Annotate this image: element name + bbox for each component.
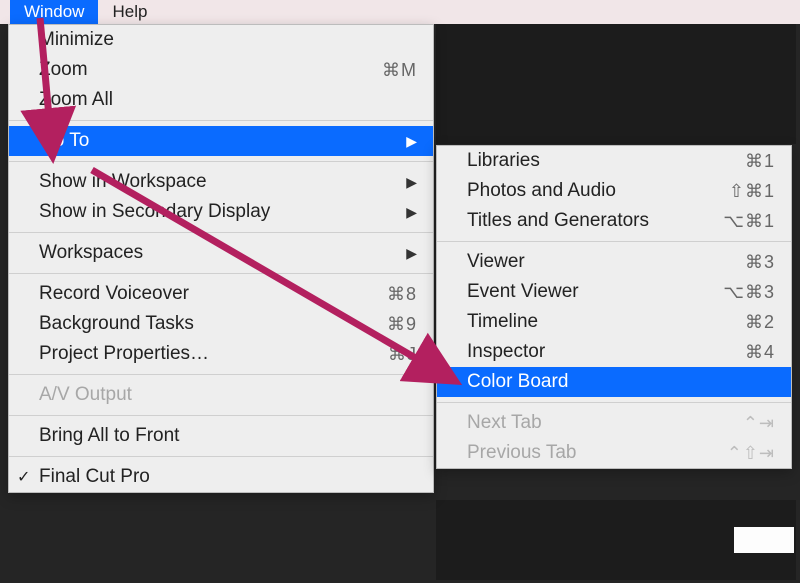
menu-label: Zoom All [39,89,417,111]
menu-label: Previous Tab [467,442,695,464]
menu-go-to[interactable]: Go To ▶ [9,126,433,156]
submenu-titles-generators[interactable]: Titles and Generators ⌥⌘1 [437,206,791,236]
menu-label: Project Properties… [39,343,337,365]
menubar-help[interactable]: Help [98,0,161,24]
menu-bring-all-front[interactable]: Bring All to Front [9,421,433,451]
menu-label: Final Cut Pro [39,466,417,488]
menu-shortcut: ⌘1 [695,151,775,172]
app-background-patch [734,527,794,553]
menu-av-output: A/V Output [9,380,433,410]
menu-shortcut: ⌘3 [695,252,775,273]
menu-shortcut: ⌘M [337,60,417,81]
menu-label: Bring All to Front [39,425,417,447]
menu-minimize[interactable]: Minimize [9,25,433,55]
menu-shortcut: ⌘8 [337,284,417,305]
submenu-next-tab: Next Tab ⌃⇥ [437,408,791,438]
menu-label: Next Tab [467,412,695,434]
menu-show-workspace[interactable]: Show in Workspace ▶ [9,167,433,197]
menu-shortcut: ⌘2 [695,312,775,333]
submenu-color-board[interactable]: Color Board [437,367,791,397]
menu-shortcut: ⇧⌘1 [695,181,775,202]
menu-label: Background Tasks [39,313,337,335]
menu-background-tasks[interactable]: Background Tasks ⌘9 [9,309,433,339]
menu-separator [437,402,791,403]
checkmark-icon: ✓ [17,467,30,487]
menu-label: Photos and Audio [467,180,695,202]
menu-label: A/V Output [39,384,417,406]
menu-label: Show in Workspace [39,171,400,193]
submenu-event-viewer[interactable]: Event Viewer ⌥⌘3 [437,277,791,307]
menu-shortcut: ⌥⌘1 [695,211,775,232]
submenu-arrow-icon: ▶ [406,133,417,150]
menu-label: Libraries [467,150,695,172]
menu-project-properties[interactable]: Project Properties… ⌘J [9,339,433,369]
menu-separator [9,161,433,162]
menu-separator [9,273,433,274]
app-background [436,24,796,144]
submenu-inspector[interactable]: Inspector ⌘4 [437,337,791,367]
go-to-submenu: Libraries ⌘1 Photos and Audio ⇧⌘1 Titles… [436,145,792,469]
menu-final-cut-pro[interactable]: ✓ Final Cut Pro [9,462,433,492]
menu-label: Workspaces [39,242,400,264]
menu-label: Record Voiceover [39,283,337,305]
menubar-window[interactable]: Window [10,0,98,24]
submenu-timeline[interactable]: Timeline ⌘2 [437,307,791,337]
menu-shortcut: ⌃⇥ [695,413,775,434]
menu-shortcut: ⌥⌘3 [695,282,775,303]
window-menu: Minimize Zoom ⌘M Zoom All Go To ▶ Show i… [8,24,434,493]
menu-workspaces[interactable]: Workspaces ▶ [9,238,433,268]
menu-separator [437,241,791,242]
menu-label: Minimize [39,29,417,51]
submenu-photos-audio[interactable]: Photos and Audio ⇧⌘1 [437,176,791,206]
submenu-libraries[interactable]: Libraries ⌘1 [437,146,791,176]
menu-separator [9,120,433,121]
menu-label: Event Viewer [467,281,695,303]
menu-show-secondary[interactable]: Show in Secondary Display ▶ [9,197,433,227]
menu-label: Zoom [39,59,337,81]
menu-separator [9,415,433,416]
submenu-arrow-icon: ▶ [406,174,417,191]
menu-label: Show in Secondary Display [39,201,400,223]
menu-shortcut: ⌘J [337,344,417,365]
menu-separator [9,374,433,375]
submenu-previous-tab: Previous Tab ⌃⇧⇥ [437,438,791,468]
menu-zoom-all[interactable]: Zoom All [9,85,433,115]
menu-record-voiceover[interactable]: Record Voiceover ⌘8 [9,279,433,309]
menu-shortcut: ⌃⇧⇥ [695,443,775,464]
menu-separator [9,232,433,233]
menu-label: Go To [39,130,400,152]
menu-shortcut: ⌘4 [695,342,775,363]
menu-separator [9,456,433,457]
submenu-arrow-icon: ▶ [406,245,417,262]
submenu-viewer[interactable]: Viewer ⌘3 [437,247,791,277]
menu-label: Titles and Generators [467,210,695,232]
menu-label: Viewer [467,251,695,273]
menu-shortcut: ⌘9 [337,314,417,335]
menu-zoom[interactable]: Zoom ⌘M [9,55,433,85]
menu-label: Timeline [467,311,695,333]
menubar: Window Help [0,0,800,24]
submenu-arrow-icon: ▶ [406,204,417,221]
menu-label: Inspector [467,341,695,363]
menu-label: Color Board [467,371,775,393]
